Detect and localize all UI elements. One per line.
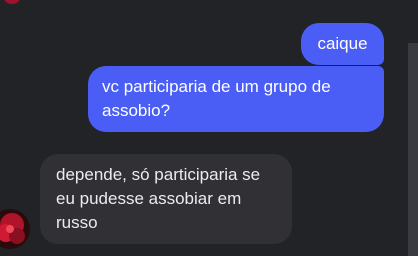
incoming-message-bubble[interactable]: depende, só participaria se eu pudesse a… <box>40 154 292 244</box>
outgoing-message-bubble[interactable]: vc participaria de um grupo de assobio? <box>88 66 384 132</box>
previous-avatar <box>4 0 20 4</box>
scrollbar[interactable] <box>408 43 418 256</box>
avatar-icon <box>0 209 30 249</box>
chat-thread: caique vc participaria de um grupo de as… <box>0 0 418 256</box>
sender-avatar[interactable] <box>0 209 30 249</box>
outgoing-message-bubble[interactable]: caique <box>301 23 384 65</box>
